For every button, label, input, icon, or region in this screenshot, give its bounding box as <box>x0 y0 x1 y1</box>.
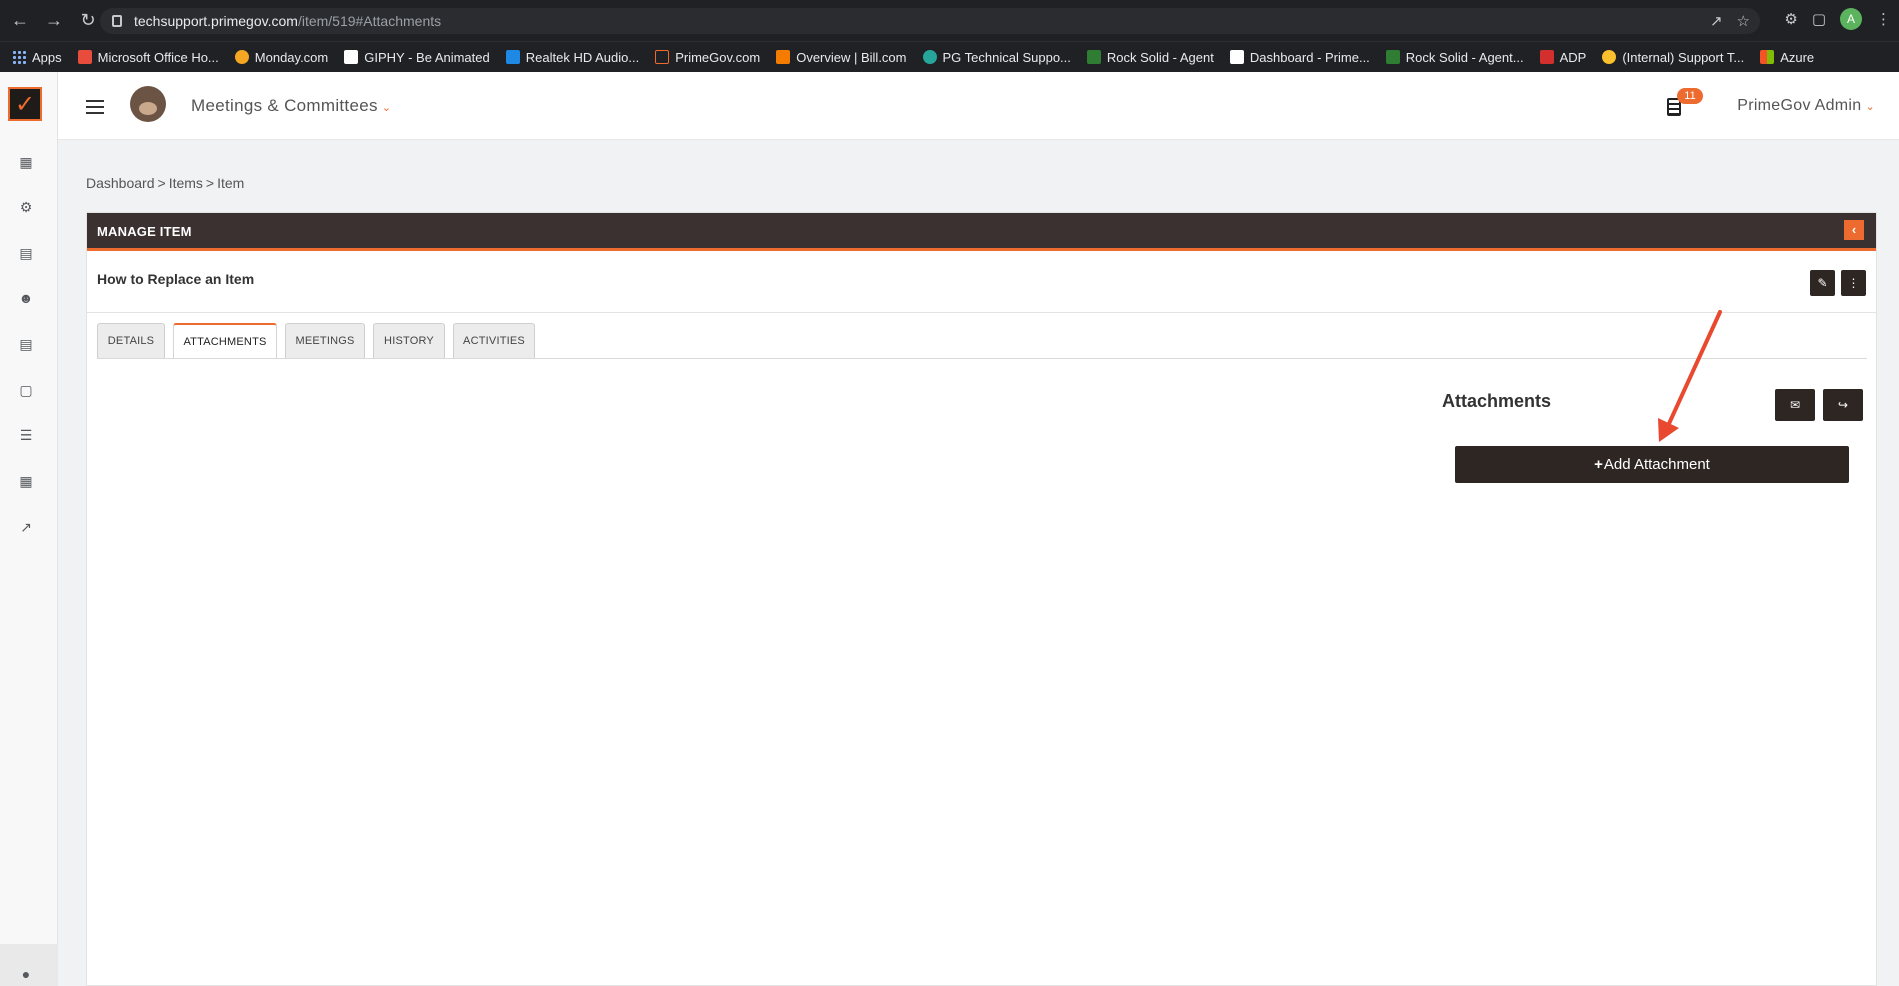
share-icon[interactable]: ↗ <box>1710 12 1723 30</box>
user-menu[interactable]: PrimeGov Admin ⌄ <box>1737 97 1875 115</box>
bookmark-item[interactable]: Rock Solid - Agent <box>1081 50 1224 65</box>
sidebar-user[interactable]: ● <box>0 944 58 986</box>
back-arrow-icon[interactable]: ← <box>6 7 34 35</box>
item-title: How to Replace an Item <box>97 271 255 287</box>
add-attachment-button[interactable]: +Add Attachment <box>1455 446 1849 483</box>
bookmark-item[interactable]: PrimeGov.com <box>649 50 770 65</box>
export-icon[interactable]: ↪ <box>1823 389 1863 421</box>
office-icon <box>77 50 92 64</box>
bookmark-item[interactable]: Monday.com <box>229 50 338 65</box>
rocksolid-icon <box>1086 50 1101 64</box>
hamburger-menu-icon[interactable] <box>86 100 104 114</box>
reload-icon[interactable]: ↻ <box>74 7 102 35</box>
checkmark-icon <box>1229 50 1244 64</box>
chevron-down-icon: ⌄ <box>1865 101 1875 113</box>
bookmark-item[interactable]: PG Technical Suppo... <box>917 50 1081 65</box>
forward-arrow-icon[interactable]: → <box>40 7 68 35</box>
bookmark-item[interactable]: Overview | Bill.com <box>770 50 916 65</box>
primegov-logo-icon[interactable]: ✓ <box>8 87 42 121</box>
file-icon[interactable]: ▢ <box>18 382 34 398</box>
notifications-button[interactable]: 11 <box>1667 88 1703 118</box>
url-host: techsupport.primegov.com <box>134 13 298 29</box>
breadcrumb-item: Item <box>217 175 245 191</box>
chevron-down-icon: ⌄ <box>381 102 392 114</box>
tab-details[interactable]: DETAILS <box>97 323 165 358</box>
app-header: Meetings & Committees ⌄ 11 PrimeGov Admin… <box>58 72 1899 140</box>
card-header: MANAGE ITEM ‹ <box>87 213 1876 251</box>
list-icon[interactable]: ☰ <box>18 427 34 443</box>
lock-icon <box>112 15 122 27</box>
collapse-chevron-icon[interactable]: ‹ <box>1844 220 1864 240</box>
manage-item-card: MANAGE ITEM ‹ How to Replace an Item ✎ ⋮… <box>86 212 1877 986</box>
calendar-icon[interactable]: ▦ <box>18 473 34 489</box>
star-icon[interactable]: ☆ <box>1737 12 1750 30</box>
extensions-icon[interactable]: ⚙ <box>1784 10 1797 28</box>
monday-icon <box>234 50 249 64</box>
user-icon: ● <box>21 966 31 982</box>
chart-icon[interactable]: ↗ <box>18 519 34 535</box>
breadcrumb-dashboard[interactable]: Dashboard <box>86 175 155 191</box>
bookmark-apps[interactable]: Apps <box>6 50 72 65</box>
drive-icon <box>1602 50 1617 64</box>
bookmark-item[interactable]: Rock Solid - Agent... <box>1380 50 1534 65</box>
module-selector[interactable]: Meetings & Committees ⌄ <box>191 96 391 116</box>
divider <box>87 312 1876 313</box>
document-icon[interactable]: ▤ <box>18 336 34 352</box>
bookmark-item[interactable]: Microsoft Office Ho... <box>72 50 229 65</box>
url-path: /item/519#Attachments <box>297 13 442 29</box>
tab-meetings[interactable]: MEETINGS <box>285 323 365 358</box>
bookmarks-bar: Apps Microsoft Office Ho... Monday.com G… <box>0 41 1899 72</box>
tab-history[interactable]: HISTORY <box>373 323 445 358</box>
dashboard-icon[interactable]: ▦ <box>18 154 34 170</box>
users-icon[interactable]: ☻ <box>18 290 34 306</box>
billcom-icon <box>776 50 791 64</box>
more-vertical-icon[interactable]: ⋮ <box>1841 270 1866 296</box>
bookmark-item[interactable]: (Internal) Support T... <box>1596 50 1754 65</box>
app-sidebar: ✓ ▦ ⚙ ▤ ☻ ▤ ▢ ☰ ▦ ↗ ● <box>0 72 58 986</box>
bookmark-item[interactable]: Azure <box>1754 50 1824 65</box>
plus-icon: + <box>1594 456 1603 473</box>
breadcrumb-items[interactable]: Items <box>169 175 203 191</box>
email-icon[interactable]: ✉ <box>1775 389 1815 421</box>
sharepoint-icon <box>922 50 937 64</box>
microsoft-icon <box>1760 50 1775 64</box>
checkmark-icon <box>655 50 670 64</box>
bookmark-item[interactable]: Realtek HD Audio... <box>500 50 649 65</box>
tab-activities[interactable]: ACTIVITIES <box>453 323 535 358</box>
rocksolid-icon <box>1385 50 1400 64</box>
edit-pencil-icon[interactable]: ✎ <box>1810 270 1835 296</box>
breadcrumb: Dashboard > Items > Item <box>86 175 245 191</box>
card-title: MANAGE ITEM <box>97 224 192 239</box>
adp-icon <box>1539 50 1554 64</box>
bookmark-item[interactable]: GIPHY - Be Animated <box>338 50 500 65</box>
bear-logo-icon <box>130 86 166 122</box>
tab-underline <box>97 358 1867 359</box>
bookmark-item[interactable]: Dashboard - Prime... <box>1224 50 1380 65</box>
notification-badge: 11 <box>1677 88 1703 104</box>
side-panel-icon[interactable]: ▢ <box>1812 10 1826 28</box>
browser-menu-icon[interactable]: ⋮ <box>1876 10 1891 28</box>
gear-icon[interactable]: ⚙ <box>18 199 34 215</box>
bookmark-item[interactable]: ADP <box>1534 50 1597 65</box>
browser-toolbar: ← → ↻ techsupport.primegov.com/item/519#… <box>0 0 1899 41</box>
apps-grid-icon <box>12 50 26 64</box>
profile-avatar[interactable]: A <box>1840 8 1862 30</box>
address-bar[interactable]: techsupport.primegov.com/item/519#Attach… <box>100 8 1760 34</box>
clipboard-icon[interactable]: ▤ <box>18 245 34 261</box>
attachments-heading: Attachments <box>1442 391 1552 411</box>
page-icon <box>344 50 359 64</box>
realtek-icon <box>505 50 520 64</box>
tab-attachments[interactable]: ATTACHMENTS <box>173 323 277 359</box>
